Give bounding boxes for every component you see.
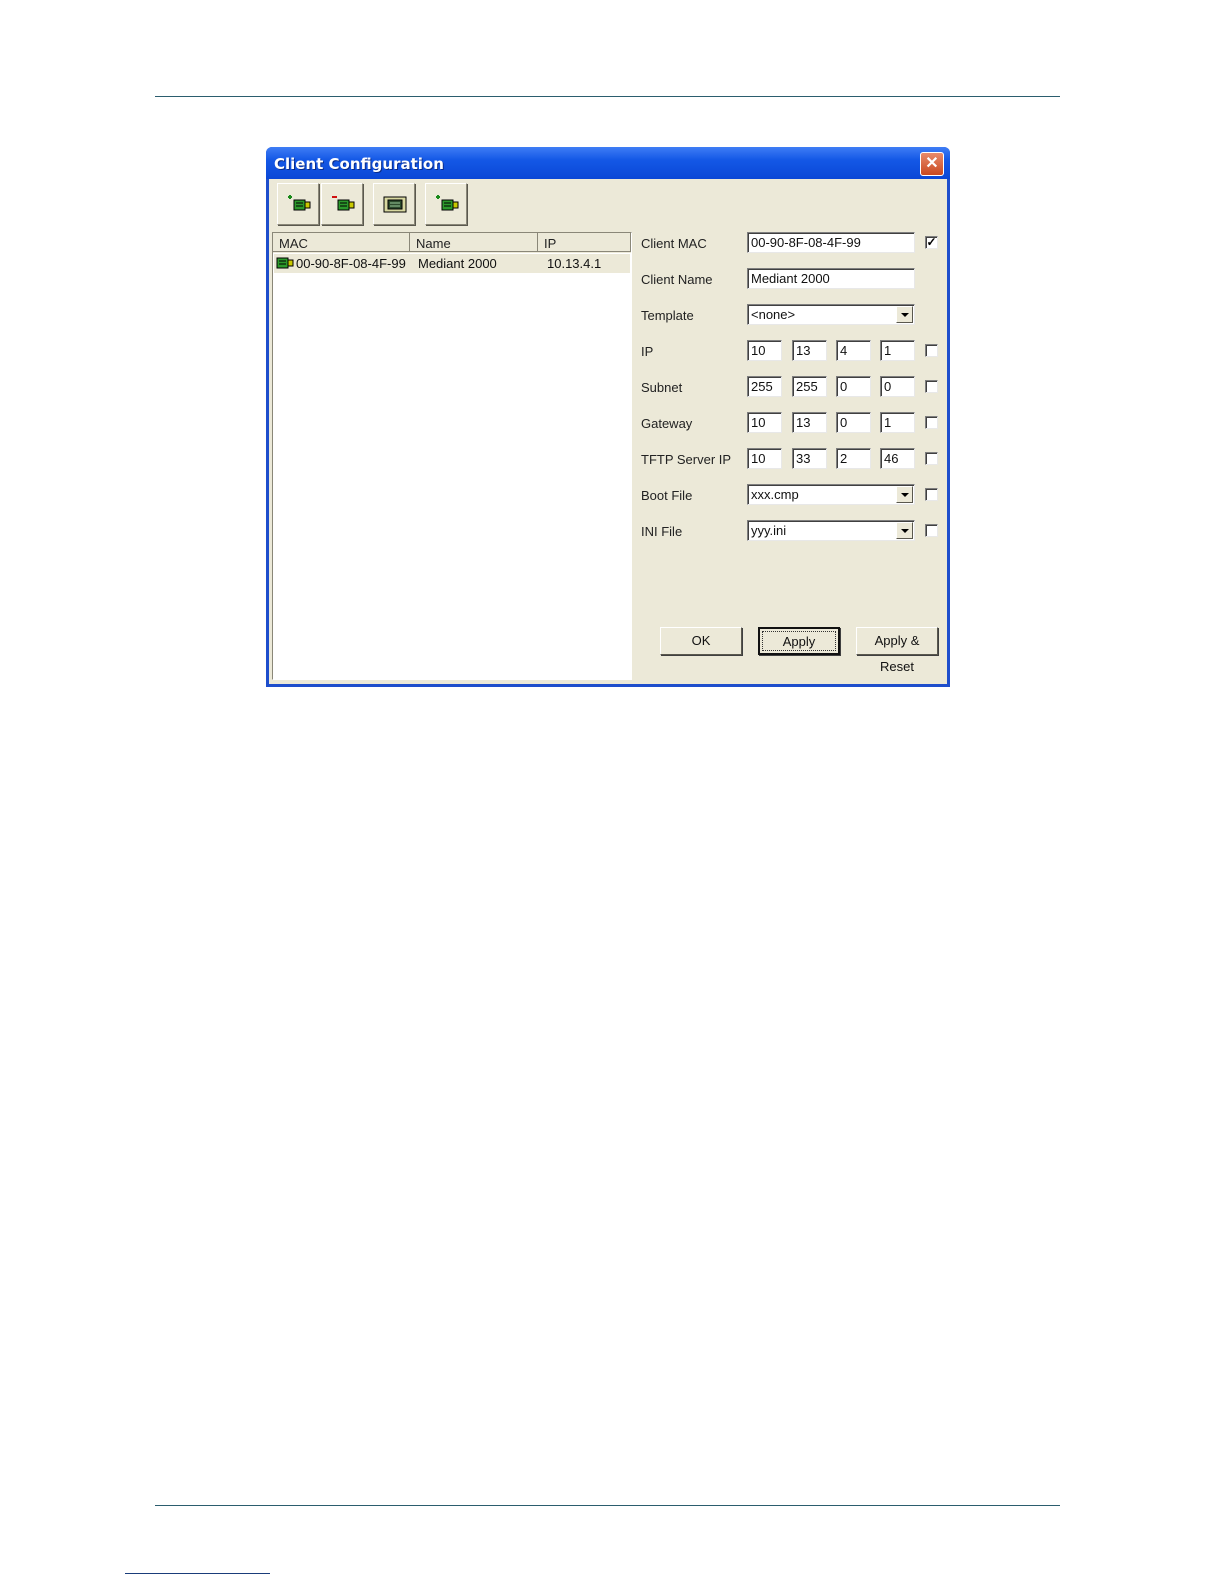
tftp-octet-4[interactable]: 46 [880,448,915,469]
footnote-rule [125,1573,270,1574]
subnet-octet-1[interactable]: 255 [747,376,782,397]
gateway-octet-4[interactable]: 1 [880,412,915,433]
boot-file-value: xxx.cmp [751,487,799,502]
footer-rule [155,1505,1060,1506]
ini-file-select[interactable]: yyy.ini [747,520,915,541]
close-icon: ✕ [925,155,939,172]
tftp-server-ip-label: TFTP Server IP [641,452,732,467]
row-mac: 00-90-8F-08-4F-99 [296,256,406,271]
column-header-mac[interactable]: MAC [273,233,410,252]
gateway-octet-1[interactable]: 10 [747,412,782,433]
gateway-octet-2[interactable]: 13 [792,412,827,433]
row-name: Mediant 2000 [418,256,497,271]
ip-octet-2[interactable]: 13 [792,340,827,361]
dialog-body: MAC Name IP 00-90-8F-08-4F-99 Mediant 20… [269,179,947,684]
apply-client-button[interactable] [425,183,467,225]
subnet-octet-3[interactable]: 0 [836,376,871,397]
remove-client-icon [332,196,355,211]
template-select[interactable]: <none> [747,304,915,325]
tftp-octet-2[interactable]: 33 [792,448,827,469]
client-name-input[interactable]: Mediant 2000 [747,268,915,289]
subnet-checkbox[interactable] [925,380,938,393]
tftp-octet-1[interactable]: 10 [747,448,782,469]
subnet-label: Subnet [641,380,683,395]
title-bar[interactable]: Client Configuration ✕ [266,147,950,179]
ini-file-checkbox[interactable] [925,524,938,537]
tftp-checkbox[interactable] [925,452,938,465]
template-icon [383,196,407,213]
table-row[interactable]: 00-90-8F-08-4F-99 Mediant 2000 10.13.4.1 [274,254,630,273]
chevron-down-icon[interactable] [896,522,913,539]
add-client-icon [288,195,311,211]
row-ip: 10.13.4.1 [547,256,602,271]
window-title: Client Configuration [274,155,444,173]
ip-octet-1[interactable]: 10 [747,340,782,361]
column-header-name[interactable]: Name [410,233,538,252]
tftp-octet-3[interactable]: 2 [836,448,871,469]
ip-octet-3[interactable]: 4 [836,340,871,361]
client-configuration-window: Client Configuration ✕ MAC Name IP 00-90… [266,147,950,687]
apply-client-icon [436,195,459,211]
gateway-octet-3[interactable]: 0 [836,412,871,433]
template-button[interactable] [373,183,415,225]
apply-button[interactable]: Apply [758,627,840,655]
client-mac-label: Client MAC [641,236,707,251]
header-rule [155,96,1060,97]
ip-octet-4[interactable]: 1 [880,340,915,361]
subnet-octet-4[interactable]: 0 [880,376,915,397]
boot-file-checkbox[interactable] [925,488,938,501]
template-value: <none> [751,307,796,322]
remove-client-button[interactable] [321,183,363,225]
ini-file-value: yyy.ini [751,523,787,538]
focus-rect [762,631,836,651]
apply-reset-button[interactable]: Apply & Reset [856,627,938,674]
add-client-button[interactable] [277,183,319,225]
boot-file-select[interactable]: xxx.cmp [747,484,915,505]
chevron-down-icon[interactable] [896,486,913,503]
boot-file-label: Boot File [641,488,693,503]
list-header: MAC Name IP [273,233,631,253]
client-mac-checkbox[interactable]: ✓ [925,236,938,249]
ip-checkbox[interactable] [925,344,938,357]
client-mac-input[interactable]: 00-90-8F-08-4F-99 [747,232,915,253]
template-label: Template [641,308,694,323]
gateway-checkbox[interactable] [925,416,938,429]
client-name-label: Client Name [641,272,713,287]
ini-file-label: INI File [641,524,683,539]
close-button[interactable]: ✕ [920,152,944,176]
column-header-ip[interactable]: IP [538,233,631,252]
ip-label: IP [641,344,654,359]
chevron-down-icon[interactable] [896,306,913,323]
gateway-label: Gateway [641,416,693,431]
client-list[interactable]: MAC Name IP 00-90-8F-08-4F-99 Mediant 20… [272,232,632,680]
subnet-octet-2[interactable]: 255 [792,376,827,397]
ok-button[interactable]: OK [660,627,742,655]
client-device-icon [276,257,294,269]
